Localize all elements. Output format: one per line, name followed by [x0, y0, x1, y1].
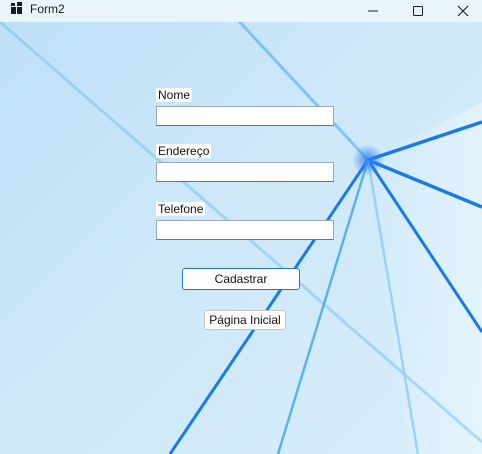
cadastrar-button[interactable]: Cadastrar	[182, 268, 300, 290]
pagina-inicial-button[interactable]: Página Inicial	[204, 310, 286, 330]
endereco-label: Endereço	[156, 144, 212, 158]
maximize-button[interactable]	[395, 0, 441, 22]
nome-input[interactable]	[156, 106, 334, 126]
form2-window: Form2 Nome Endereço Telefone Cadastrar P…	[0, 0, 482, 454]
window-title: Form2	[30, 2, 65, 16]
endereco-input[interactable]	[156, 162, 334, 182]
close-button[interactable]	[440, 0, 482, 22]
nome-label: Nome	[156, 88, 193, 102]
close-icon	[457, 5, 469, 17]
title-bar[interactable]: Form2	[0, 0, 482, 22]
minimize-icon	[368, 10, 378, 12]
telefone-input[interactable]	[156, 220, 334, 240]
form-client-area: Nome Endereço Telefone Cadastrar Página …	[0, 22, 482, 454]
telefone-label: Telefone	[156, 202, 206, 216]
app-icon	[11, 2, 22, 14]
maximize-icon	[413, 6, 423, 16]
minimize-button[interactable]	[350, 0, 396, 22]
